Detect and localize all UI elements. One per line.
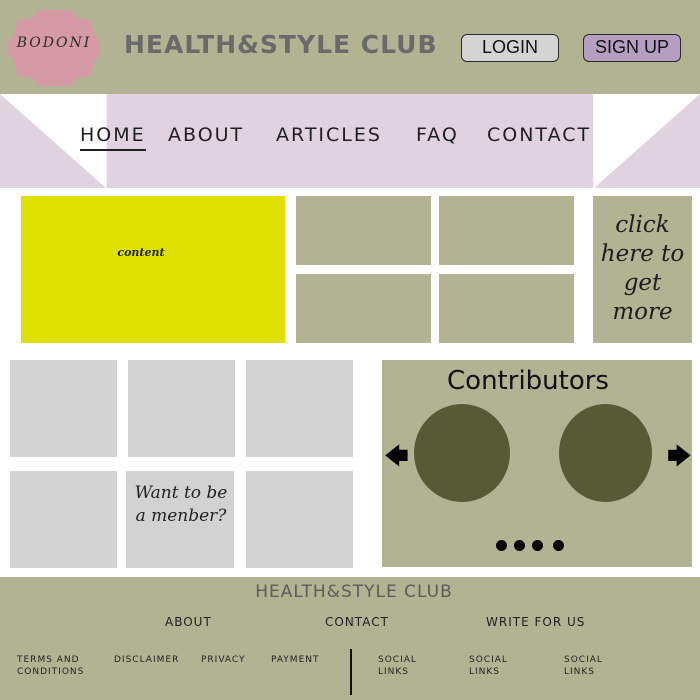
social-link[interactable]: SOCIAL LINKS	[564, 654, 603, 678]
carousel-dot[interactable]	[496, 540, 507, 551]
click-for-more-button[interactable]: click here to get more	[593, 196, 692, 343]
article-tile[interactable]	[296, 274, 431, 343]
grid-tile[interactable]	[10, 471, 117, 568]
contributors-title: Contributors	[447, 366, 609, 396]
grid-tile[interactable]	[246, 471, 353, 568]
footer-title: HEALTH&STYLE CLUB	[255, 582, 453, 602]
grid-tile[interactable]	[10, 360, 117, 457]
footer-link-privacy[interactable]: PRIVACY	[201, 654, 246, 666]
arrow-left-icon[interactable]: 🡄	[384, 439, 409, 480]
membership-label: Want to be a menber?	[134, 483, 228, 526]
footer-link-about[interactable]: ABOUT	[165, 615, 212, 629]
nav-item-articles[interactable]: ARTICLES	[276, 124, 382, 146]
contributor-avatar[interactable]	[559, 404, 652, 502]
logo-text: BODONI	[16, 35, 92, 51]
footer-link-contact[interactable]: CONTACT	[325, 615, 389, 629]
nav-item-contact[interactable]: CONTACT	[487, 124, 591, 146]
nav-item-about[interactable]: ABOUT	[168, 124, 244, 146]
grid-tile[interactable]	[246, 360, 353, 457]
click-for-more-label: click here to get more	[600, 212, 685, 325]
social-link[interactable]: SOCIAL LINKS	[469, 654, 508, 678]
footer-divider	[350, 649, 352, 695]
nav-item-faq[interactable]: FAQ	[416, 124, 459, 146]
contributors-carousel: Contributors 🡄 🡆	[382, 360, 692, 567]
login-button[interactable]: LOGIN	[461, 34, 559, 62]
social-link[interactable]: SOCIAL LINKS	[378, 654, 417, 678]
footer-link-payment[interactable]: PAYMENT	[271, 654, 320, 666]
site-footer: HEALTH&STYLE CLUB ABOUT CONTACT WRITE FO…	[0, 577, 700, 700]
featured-content-block[interactable]	[21, 196, 285, 343]
nav-item-home[interactable]: HOME	[80, 124, 146, 151]
article-tile[interactable]	[439, 196, 574, 265]
article-tile[interactable]	[296, 196, 431, 265]
arrow-right-icon[interactable]: 🡆	[667, 439, 692, 480]
article-tile[interactable]	[439, 274, 574, 343]
footer-link-terms[interactable]: TERMS AND CONDITIONS	[17, 654, 84, 678]
grid-tile[interactable]	[128, 360, 235, 457]
featured-content-label: content	[117, 246, 165, 259]
carousel-dot[interactable]	[514, 540, 525, 551]
carousel-dot[interactable]	[532, 540, 543, 551]
carousel-dot[interactable]	[553, 540, 564, 551]
contributor-avatar[interactable]	[414, 404, 510, 502]
footer-link-disclaimer[interactable]: DISCLAIMER	[114, 654, 179, 666]
footer-link-write-for-us[interactable]: WRITE FOR US	[486, 615, 585, 629]
site-title: HEALTH&STYLE CLUB	[124, 30, 438, 59]
signup-button[interactable]: SIGN UP	[583, 34, 681, 62]
